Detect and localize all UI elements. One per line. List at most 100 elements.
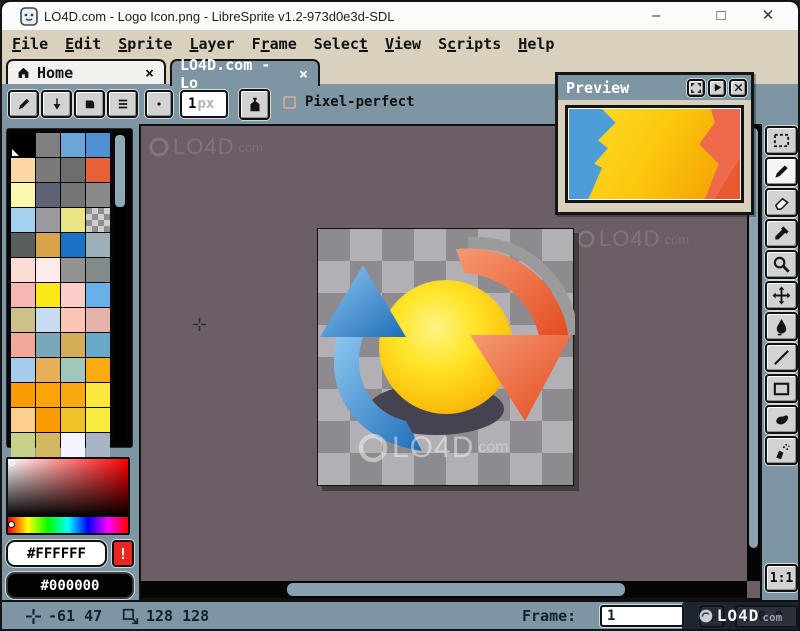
maximize-button[interactable]: □: [699, 2, 743, 30]
menu-frame[interactable]: Frame: [252, 35, 297, 53]
palette-scrollbar[interactable]: [114, 133, 126, 443]
palette-swatch[interactable]: [61, 133, 85, 157]
palette-swatch[interactable]: [61, 208, 85, 232]
palette-swatch[interactable]: [86, 308, 110, 332]
palette-swatch[interactable]: [36, 258, 60, 282]
brush-dropdown-button[interactable]: [41, 90, 72, 118]
palette-swatch[interactable]: [86, 383, 110, 407]
eyedropper-tool-button[interactable]: [765, 219, 798, 248]
preview-play-button[interactable]: [708, 79, 726, 97]
palette-swatch[interactable]: [36, 183, 60, 207]
preview-center-button[interactable]: [687, 79, 705, 97]
palette-swatch[interactable]: [36, 208, 60, 232]
palette-swatch[interactable]: [36, 158, 60, 182]
palette-swatch[interactable]: [61, 158, 85, 182]
palette-swatch[interactable]: [11, 433, 35, 457]
move-tool-button[interactable]: [765, 281, 798, 310]
palette-swatch[interactable]: [61, 333, 85, 357]
menu-help[interactable]: Help: [518, 35, 554, 53]
palette-swatch[interactable]: [36, 308, 60, 332]
menu-select[interactable]: Select: [314, 35, 368, 53]
blur-tool-button[interactable]: [765, 405, 798, 434]
palette-swatch[interactable]: [61, 283, 85, 307]
menu-sprite[interactable]: Sprite: [118, 35, 172, 53]
horizontal-scrollbar-thumb[interactable]: [287, 583, 625, 596]
palette-swatch[interactable]: [11, 408, 35, 432]
palette-swatch[interactable]: [86, 283, 110, 307]
pixel-perfect-checkbox[interactable]: [283, 96, 296, 109]
zoom-1-1-button[interactable]: 1:1: [765, 564, 798, 592]
palette-swatch[interactable]: [61, 408, 85, 432]
spray-tool-button[interactable]: [765, 436, 798, 465]
palette-swatch[interactable]: [86, 233, 110, 257]
palette-scrollbar-thumb[interactable]: [115, 135, 125, 207]
palette-swatch[interactable]: [86, 158, 110, 182]
palette-swatch[interactable]: [11, 333, 35, 357]
hue-slider[interactable]: [8, 517, 128, 533]
palette-swatch[interactable]: [36, 408, 60, 432]
palette-swatch[interactable]: [11, 283, 35, 307]
palette-swatch[interactable]: [11, 258, 35, 282]
palette-swatch[interactable]: [86, 358, 110, 382]
line-tool-button[interactable]: [765, 343, 798, 372]
palette-swatch[interactable]: [36, 358, 60, 382]
menu-edit[interactable]: Edit: [65, 35, 101, 53]
rectangle-tool-button[interactable]: [765, 374, 798, 403]
ink-options-button[interactable]: [239, 89, 270, 120]
palette-swatch[interactable]: [36, 333, 60, 357]
palette-swatch[interactable]: [11, 158, 35, 182]
brush-pencil-button[interactable]: [8, 90, 39, 118]
palette-swatch[interactable]: [61, 433, 85, 457]
palette-swatch[interactable]: [61, 258, 85, 282]
horizontal-scrollbar[interactable]: [141, 581, 747, 598]
brush-size-input[interactable]: 1px: [180, 90, 228, 118]
palette-swatch[interactable]: [61, 308, 85, 332]
preview-title-bar[interactable]: Preview: [558, 75, 751, 100]
menu-layer[interactable]: Layer: [189, 35, 234, 53]
palette-swatch[interactable]: [36, 233, 60, 257]
palette-swatch[interactable]: [86, 208, 110, 232]
menu-view[interactable]: View: [385, 35, 421, 53]
palette-warning-button[interactable]: !: [112, 540, 134, 567]
pencil-tool-button[interactable]: [765, 157, 798, 186]
tab-document-close-icon[interactable]: ×: [297, 65, 310, 83]
frame-number-input[interactable]: 1: [600, 605, 684, 627]
palette-swatch[interactable]: [11, 383, 35, 407]
minimize-button[interactable]: –: [634, 2, 678, 30]
paint-bucket-tool-button[interactable]: [765, 312, 798, 341]
brush-size-preview-button[interactable]: [145, 90, 173, 118]
palette-swatch[interactable]: [61, 183, 85, 207]
palette-swatch[interactable]: [36, 133, 60, 157]
palette-swatch[interactable]: [11, 308, 35, 332]
palette-swatch[interactable]: [86, 433, 110, 457]
close-button[interactable]: ✕: [746, 2, 790, 30]
tab-home[interactable]: Home ×: [6, 59, 166, 84]
palette-swatch[interactable]: [61, 383, 85, 407]
eraser-tool-button[interactable]: [765, 188, 798, 217]
menu-scripts[interactable]: Scripts: [438, 35, 501, 53]
palette-swatch[interactable]: [61, 233, 85, 257]
rectangular-marquee-tool-button[interactable]: [765, 126, 798, 155]
brush-options-button[interactable]: [107, 90, 138, 118]
palette-swatch[interactable]: [11, 183, 35, 207]
palette-swatch[interactable]: [11, 233, 35, 257]
palette-swatch[interactable]: [11, 133, 35, 157]
foreground-color-button[interactable]: #FFFFFF: [6, 540, 107, 567]
tab-home-close-icon[interactable]: ×: [143, 64, 156, 82]
preview-close-button[interactable]: [729, 79, 747, 97]
palette-swatch[interactable]: [36, 383, 60, 407]
palette-swatch[interactable]: [86, 408, 110, 432]
tab-document[interactable]: LO4D.com - Lo ×: [170, 59, 320, 86]
palette-swatch[interactable]: [61, 358, 85, 382]
palette-swatch[interactable]: [86, 183, 110, 207]
palette-swatch[interactable]: [86, 133, 110, 157]
sprite-canvas[interactable]: LO4D com: [317, 228, 574, 486]
palette-swatch[interactable]: [36, 283, 60, 307]
saturation-value-area[interactable]: [8, 459, 128, 517]
palette-swatch[interactable]: [36, 433, 60, 457]
zoom-tool-button[interactable]: [765, 250, 798, 279]
palette-swatch[interactable]: [11, 208, 35, 232]
palette-swatch[interactable]: [11, 358, 35, 382]
palette-swatch[interactable]: [86, 333, 110, 357]
brush-shape-button[interactable]: [74, 90, 105, 118]
